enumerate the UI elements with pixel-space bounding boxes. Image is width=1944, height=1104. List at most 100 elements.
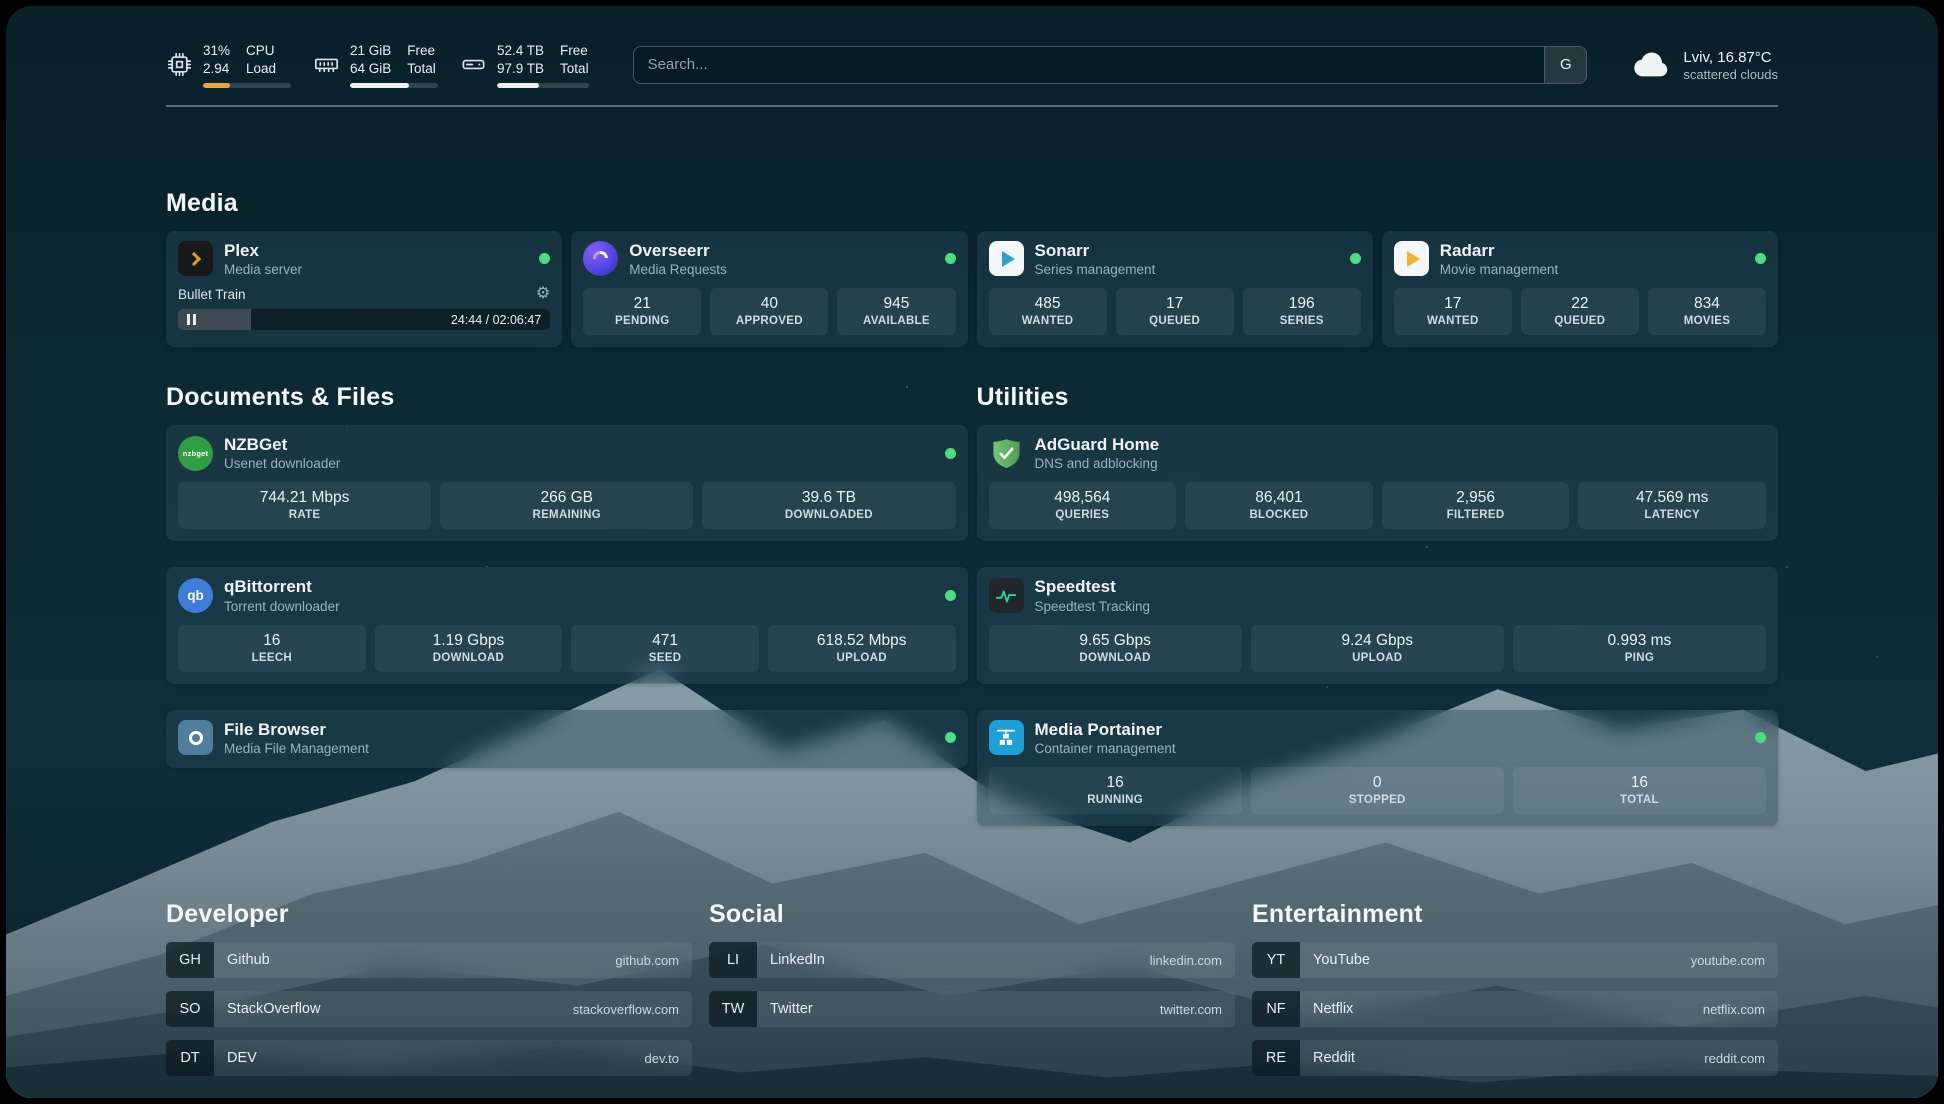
service-name: NZBGet (224, 435, 340, 455)
stat: 0.993 ms PING (1513, 625, 1766, 672)
plex-progress-bar[interactable]: 24:44 / 02:06:47 (178, 309, 550, 330)
overseerr-card[interactable]: Overseerr Media Requests 21 PENDING 40 A… (571, 231, 967, 347)
memory-bar (350, 83, 438, 88)
top-bar: 31% 2.94 CPU Load (166, 42, 1778, 88)
bookmark-abbr: NF (1252, 991, 1300, 1027)
stat-value: 17 (1398, 295, 1508, 313)
filebrowser-icon (178, 720, 213, 755)
stat-label: TOTAL (1517, 794, 1762, 806)
stat: 2,956 FILTERED (1382, 482, 1570, 529)
stat-value: 945 (841, 295, 951, 313)
stat-label: STOPPED (1255, 794, 1500, 806)
service-description: DNS and adblocking (1035, 456, 1160, 471)
stat: 16 LEECH (178, 625, 366, 672)
bookmark-abbr: TW (709, 991, 757, 1027)
utilities-section: Utilities (977, 383, 1779, 826)
nzbget-icon: nzbget (178, 436, 213, 471)
bookmark-abbr: LI (709, 942, 757, 978)
disk-widget: 52.4 TB 97.9 TB Free Total (460, 42, 589, 88)
stat-label: SERIES (1247, 315, 1357, 327)
stat: 9.65 Gbps DOWNLOAD (989, 625, 1242, 672)
stat-value: 2,956 (1386, 489, 1566, 507)
stat: 196 SERIES (1243, 288, 1361, 335)
stat: 21 PENDING (583, 288, 701, 335)
bookmark-netflix[interactable]: NF Netflix netflix.com (1252, 991, 1778, 1027)
stat-label: AVAILABLE (841, 315, 951, 327)
stat-label: REMAINING (444, 509, 689, 521)
speedtest-card[interactable]: Speedtest Speedtest Tracking 9.65 Gbps D… (977, 567, 1779, 683)
bookmark-dev[interactable]: DT DEV dev.to (166, 1040, 692, 1076)
stat-label: WANTED (1398, 315, 1508, 327)
drive-icon (460, 51, 487, 78)
filebrowser-card[interactable]: File Browser Media File Management (166, 710, 968, 768)
cpu-percent-label: CPU (246, 42, 276, 60)
chip-icon (166, 51, 193, 78)
nzbget-card[interactable]: nzbget NZBGet Usenet downloader 744.21 M… (166, 425, 968, 541)
stat-label: PENDING (587, 315, 697, 327)
stat: 471 SEED (571, 625, 759, 672)
bookmark-twitter[interactable]: TW Twitter twitter.com (709, 991, 1235, 1027)
bookmark-github[interactable]: GH Github github.com (166, 942, 692, 978)
stat: 9.24 Gbps UPLOAD (1251, 625, 1504, 672)
stat: 945 AVAILABLE (837, 288, 955, 335)
media-section: Media Plex Media server Bullet Train ⚙ (166, 189, 1778, 347)
radarr-card[interactable]: Radarr Movie management 17 WANTED 22 QUE… (1382, 231, 1778, 347)
portainer-card[interactable]: Media Portainer Container management 16 … (977, 710, 1779, 826)
stat-value: 834 (1652, 295, 1762, 313)
pause-icon[interactable] (187, 314, 196, 325)
stat-label: DOWNLOAD (379, 652, 559, 664)
memory-total-label: Total (407, 60, 436, 78)
gear-icon[interactable]: ⚙ (536, 286, 550, 302)
bookmark-reddit[interactable]: RE Reddit reddit.com (1252, 1040, 1778, 1076)
bookmark-url: linkedin.com (1150, 953, 1235, 968)
stat: 1.19 Gbps DOWNLOAD (375, 625, 563, 672)
radarr-icon (1394, 241, 1429, 276)
stat-value: 16 (1517, 774, 1762, 792)
search-input[interactable] (634, 47, 1545, 83)
search-provider-button[interactable]: G (1544, 47, 1586, 83)
stat-label: FILTERED (1386, 509, 1566, 521)
disk-total-label: Total (560, 60, 589, 78)
bookmark-linkedin[interactable]: LI LinkedIn linkedin.com (709, 942, 1235, 978)
status-dot (1755, 732, 1766, 743)
stat: 16 TOTAL (1513, 767, 1766, 814)
service-description: Movie management (1440, 262, 1559, 277)
stat-label: BLOCKED (1189, 509, 1369, 521)
disk-bar (497, 83, 589, 88)
status-dot (945, 590, 956, 601)
stat-value: 16 (182, 632, 362, 650)
developer-section-title: Developer (166, 900, 692, 929)
stat: 0 STOPPED (1251, 767, 1504, 814)
stat-label: APPROVED (714, 315, 824, 327)
stat-label: DOWNLOADED (706, 509, 951, 521)
stat: 86,401 BLOCKED (1185, 482, 1373, 529)
topbar-divider (166, 105, 1778, 107)
service-description: Media server (224, 262, 302, 277)
stat-label: PING (1517, 652, 1762, 664)
service-name: Plex (224, 241, 302, 261)
plex-card[interactable]: Plex Media server Bullet Train ⚙ 24:44 /… (166, 231, 562, 347)
qbittorrent-card[interactable]: qb qBittorrent Torrent downloader 16 LEE… (166, 567, 968, 683)
bookmark-youtube[interactable]: YT YouTube youtube.com (1252, 942, 1778, 978)
stat-value: 0 (1255, 774, 1500, 792)
bookmark-name: StackOverflow (214, 1001, 320, 1017)
memory-bar-fill (350, 83, 409, 88)
sonarr-icon (989, 241, 1024, 276)
stat: 17 QUEUED (1116, 288, 1234, 335)
status-dot (539, 253, 550, 264)
service-description: Torrent downloader (224, 599, 340, 614)
sonarr-card[interactable]: Sonarr Series management 485 WANTED 17 Q… (977, 231, 1373, 347)
plex-time: 24:44 / 02:06:47 (451, 313, 541, 327)
stat-value: 47.569 ms (1582, 489, 1762, 507)
search-bar: G (633, 46, 1588, 84)
disk-free: 52.4 TB (497, 42, 544, 60)
stat-value: 9.65 Gbps (993, 632, 1238, 650)
bookmark-stackoverflow[interactable]: SO StackOverflow stackoverflow.com (166, 991, 692, 1027)
stat-value: 485 (993, 295, 1103, 313)
adguard-card[interactable]: AdGuard Home DNS and adblocking 498,564 … (977, 425, 1779, 541)
stat: 498,564 QUERIES (989, 482, 1177, 529)
developer-section: Developer GH Github github.com SO StackO… (166, 900, 692, 1089)
stat: 618.52 Mbps UPLOAD (768, 625, 956, 672)
status-dot (945, 253, 956, 264)
stat-value: 471 (575, 632, 755, 650)
